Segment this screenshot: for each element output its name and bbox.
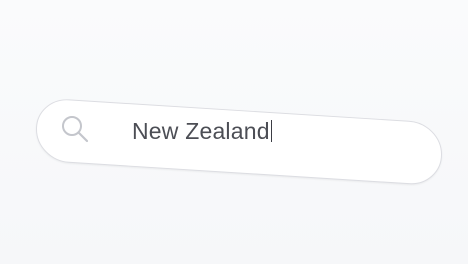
text-caret	[270, 120, 273, 142]
page-background: New Zealand	[0, 0, 468, 264]
search-input-value: New Zealand	[132, 118, 270, 144]
search-icon[interactable]	[60, 114, 90, 144]
search-input[interactable]: New Zealand	[132, 118, 273, 145]
